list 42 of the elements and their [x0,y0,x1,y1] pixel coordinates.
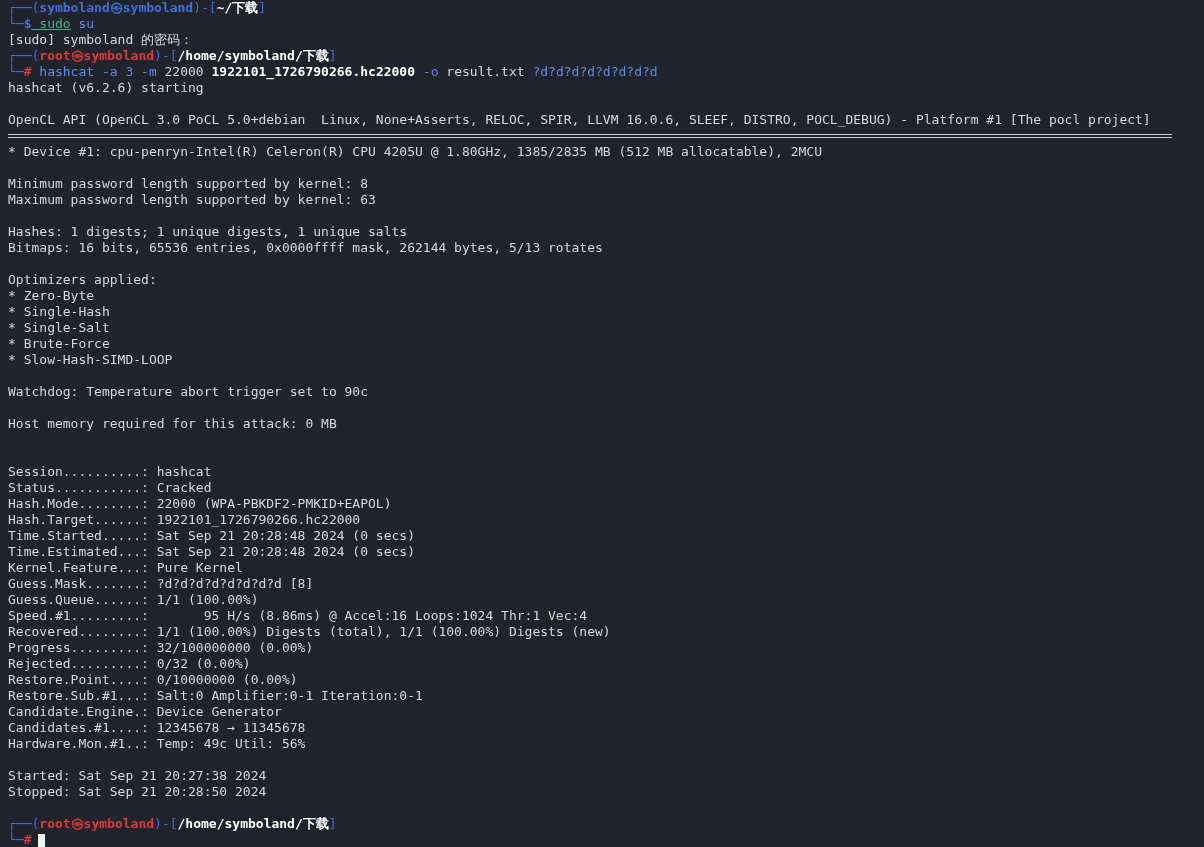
output-line: Candidates.#1....: 12345678 → 11345678 [8,720,306,736]
output-line: Session..........: hashcat [8,464,212,480]
prompt-line: ┌──(root㉿symboland)-[/home/symboland/下载] [8,48,337,64]
output-line: Minimum password length supported by kernel: 8 [8,176,369,192]
output-line: Rejected.........: 0/32 (0.00%) [8,656,251,672]
output-line: Hardware.Mon.#1..: Temp: 49c Util: 56% [8,736,306,752]
output-line: Speed.#1.........: 95 H/s (8.86ms) @ Accel:16 Loops:1024 Thr:1 Vec:4 [8,608,588,624]
output-line: [sudo] symboland 的密码： [8,32,194,48]
output-line: Watchdog: Temperature abort trigger set to 90c [8,384,369,400]
output-line: Restore.Sub.#1...: Salt:0 Amplifier:0-1 Iteration:0-1 [8,688,423,704]
prompt-line: └─$ sudo su [8,16,95,32]
prompt-line: ┌──(symboland㉿symboland)-[~/下载] [8,0,267,16]
output-line: Hash.Mode........: 22000 (WPA-PBKDF2-PMKID+EAPOL) [8,496,392,512]
output-line: Guess.Queue......: 1/1 (100.00%) [8,592,259,608]
output-line: * Zero-Byte [8,288,95,304]
output-line: Hashes: 1 digests; 1 unique digests, 1 unique salts [8,224,408,240]
output-line: Restore.Point....: 0/10000000 (0.00%) [8,672,298,688]
output-line: * Single-Hash [8,304,110,320]
output-line: Guess.Mask.......: ?d?d?d?d?d?d?d?d [8] [8,576,314,592]
output-line: Recovered........: 1/1 (100.00%) Digests (total), 1/1 (100.00%) Digests (new) [8,624,611,640]
output-line: Hash.Target......: 1922101_1726790266.hc22000 [8,512,361,528]
output-line: Time.Started.....: Sat Sep 21 20:28:48 2024 (0 secs) [8,528,415,544]
output-line: Status...........: Cracked [8,480,212,496]
output-line: hashcat (v6.2.6) starting [8,80,204,96]
output-line: Optimizers applied: [8,272,157,288]
prompt-line: └─# hashcat -a 3 -m 22000 1922101_1726790266.hc22000 -o result.txt ?d?d?d?d?d?d?d?d [8,64,658,80]
output-line: Progress.........: 32/100000000 (0.00%) [8,640,314,656]
output-line: * Single-Salt [8,320,110,336]
output-line: Started: Sat Sep 21 20:27:38 2024 [8,768,267,784]
output-line: Kernel.Feature...: Pure Kernel [8,560,243,576]
output-line: Maximum password length supported by kernel: 63 [8,192,376,208]
output-line: Candidate.Engine.: Device Generator [8,704,282,720]
output-line: * Device #1: cpu-penryn-Intel(R) Celeron(R) CPU 4205U @ 1.80GHz, 1385/2835 MB (512 MB allocatable), 2MCU [8,144,822,160]
output-line: Host memory required for this attack: 0 MB [8,416,337,432]
output-line: Bitmaps: 16 bits, 65536 entries, 0x0000ffff mask, 262144 bytes, 5/13 rotates [8,240,603,256]
prompt-line: ┌──(root㉿symboland)-[/home/symboland/下载] [8,816,337,832]
output-line: * Slow-Hash-SIMD-LOOP [8,352,173,368]
output-line: Time.Estimated...: Sat Sep 21 20:28:48 2024 (0 secs) [8,544,415,560]
output-line: * Brute-Force [8,336,110,352]
prompt-line: └─# [8,832,32,847]
output-line: OpenCL API (OpenCL 3.0 PoCL 5.0+debian Linux, None+Asserts, RELOC, SPIR, LLVM 16.0.6, SLEEF, DISTRO, POCL_DEBUG) - Platform #1 [The pocl project] [8,112,1151,128]
output-line: Stopped: Sat Sep 21 20:28:50 2024 [8,784,267,800]
